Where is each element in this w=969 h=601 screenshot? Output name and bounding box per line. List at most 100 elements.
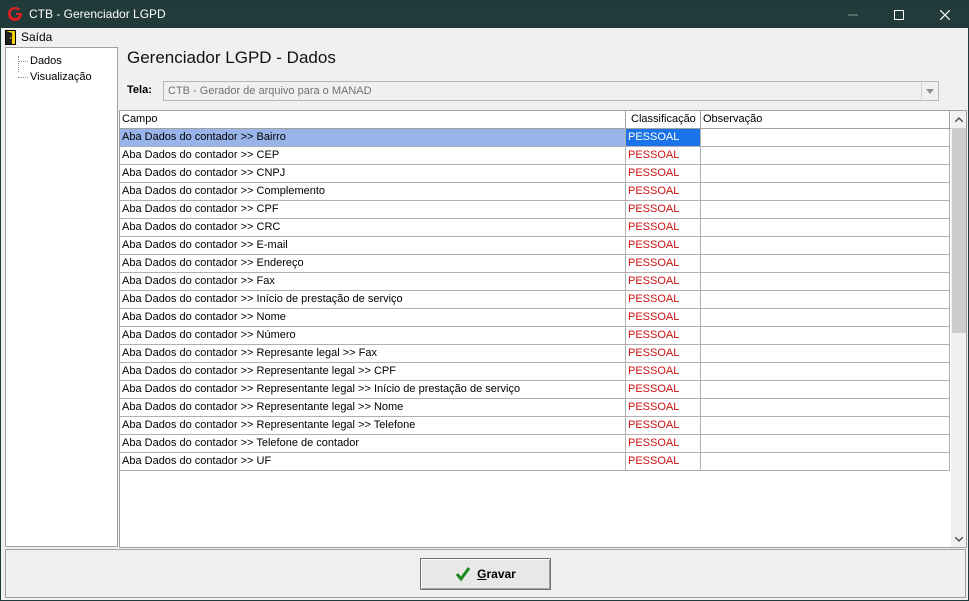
cell-campo[interactable]: Aba Dados do contador >> E-mail (120, 237, 626, 254)
cell-campo[interactable]: Aba Dados do contador >> CPF (120, 201, 626, 218)
table-row[interactable]: Aba Dados do contador >> Representante l… (120, 363, 950, 381)
cell-classificacao[interactable]: PESSOAL (626, 273, 701, 290)
tela-select[interactable]: CTB - Gerador de arquivo para o MANAD (163, 81, 939, 101)
cell-campo[interactable]: Aba Dados do contador >> Início de prest… (120, 291, 626, 308)
table-row[interactable]: Aba Dados do contador >> Fax PESSOAL (120, 273, 950, 291)
cell-campo[interactable]: Aba Dados do contador >> Representante l… (120, 417, 626, 434)
cell-classificacao[interactable]: PESSOAL (626, 363, 701, 380)
cell-classificacao[interactable]: PESSOAL (626, 255, 701, 272)
cell-observacao[interactable] (701, 291, 950, 308)
cell-observacao[interactable] (701, 327, 950, 344)
cell-classificacao[interactable]: PESSOAL (626, 345, 701, 362)
dropdown-button[interactable] (921, 83, 937, 99)
tree-item-dados[interactable]: Dados (6, 53, 62, 69)
scroll-down-button[interactable] (951, 531, 966, 547)
cell-observacao[interactable] (701, 435, 950, 452)
tree-item-visualizacao[interactable]: Visualização (6, 69, 92, 85)
cell-observacao[interactable] (701, 309, 950, 326)
navigation-tree: Dados Visualização (5, 47, 118, 547)
cell-observacao[interactable] (701, 453, 950, 470)
table-row[interactable]: Aba Dados do contador >> Complemento PESS… (120, 183, 950, 201)
cell-classificacao[interactable]: PESSOAL (626, 201, 701, 218)
cell-observacao[interactable] (701, 381, 950, 398)
cell-observacao[interactable] (701, 273, 950, 290)
table-row[interactable]: Aba Dados do contador >> CEP PESSOAL (120, 147, 950, 165)
cell-classificacao[interactable]: PESSOAL (626, 381, 701, 398)
cell-observacao[interactable] (701, 201, 950, 218)
cell-observacao[interactable] (701, 255, 950, 272)
save-button[interactable]: Gravar (420, 558, 551, 590)
table-row[interactable]: Aba Dados do contador >> Representante l… (120, 399, 950, 417)
column-header-classificacao[interactable]: Classificação (626, 111, 701, 128)
cell-classificacao[interactable]: PESSOAL (626, 219, 701, 236)
tela-label: Tela: (127, 84, 152, 96)
menu-exit[interactable]: Saída (5, 29, 52, 45)
cell-campo[interactable]: Aba Dados do contador >> CRC (120, 219, 626, 236)
maximize-button[interactable] (876, 1, 922, 28)
table-row[interactable]: Aba Dados do contador >> CNPJ PESSOAL (120, 165, 950, 183)
cell-observacao[interactable] (701, 363, 950, 380)
cell-campo[interactable]: Aba Dados do contador >> UF (120, 453, 626, 470)
cell-classificacao[interactable]: PESSOAL (626, 327, 701, 344)
cell-campo[interactable]: Aba Dados do contador >> Endereço (120, 255, 626, 272)
table-row[interactable]: Aba Dados do contador >> Nome PESSOAL (120, 309, 950, 327)
cell-observacao[interactable] (701, 129, 950, 146)
cell-classificacao[interactable]: PESSOAL (626, 417, 701, 434)
column-header-campo[interactable]: Campo (120, 111, 626, 128)
cell-campo[interactable]: Aba Dados do contador >> Nome (120, 309, 626, 326)
table-row[interactable]: Aba Dados do contador >> CRC PESSOAL (120, 219, 950, 237)
exit-door-icon (5, 29, 16, 45)
cell-campo[interactable]: Aba Dados do contador >> Complemento (120, 183, 626, 200)
vertical-scrollbar[interactable] (951, 111, 966, 547)
tela-select-value: CTB - Gerador de arquivo para o MANAD (168, 85, 372, 97)
cell-campo[interactable]: Aba Dados do contador >> Bairro (120, 129, 626, 146)
cell-campo[interactable]: Aba Dados do contador >> CEP (120, 147, 626, 164)
table-row[interactable]: Aba Dados do contador >> Endereço PESSOAL (120, 255, 950, 273)
cell-classificacao[interactable]: PESSOAL (626, 291, 701, 308)
close-icon (940, 9, 950, 20)
table-row[interactable]: Aba Dados do contador >> Representante l… (120, 417, 950, 435)
cell-observacao[interactable] (701, 219, 950, 236)
cell-observacao[interactable] (701, 147, 950, 164)
cell-classificacao[interactable]: PESSOAL (626, 309, 701, 326)
table-row[interactable]: Aba Dados do contador >> E-mail PESSOAL (120, 237, 950, 255)
column-header-observacao[interactable]: Observação (701, 111, 950, 128)
cell-observacao[interactable] (701, 237, 950, 254)
close-button[interactable] (922, 1, 968, 28)
cell-classificacao[interactable]: PESSOAL (626, 453, 701, 470)
scroll-up-button[interactable] (951, 111, 966, 127)
cell-classificacao[interactable]: PESSOAL (626, 435, 701, 452)
cell-observacao[interactable] (701, 417, 950, 434)
cell-classificacao[interactable]: PESSOAL (626, 183, 701, 200)
minimize-button[interactable] (830, 1, 876, 28)
cell-campo[interactable]: Aba Dados do contador >> Fax (120, 273, 626, 290)
cell-campo[interactable]: Aba Dados do contador >> Representante l… (120, 399, 626, 416)
table-row[interactable]: Aba Dados do contador >> Número PESSOAL (120, 327, 950, 345)
cell-observacao[interactable] (701, 165, 950, 182)
table-row[interactable]: Aba Dados do contador >> Início de prest… (120, 291, 950, 309)
cell-observacao[interactable] (701, 399, 950, 416)
table-row[interactable]: Aba Dados do contador >> Telefone de con… (120, 435, 950, 453)
cell-campo[interactable]: Aba Dados do contador >> Represante lega… (120, 345, 626, 362)
cell-campo[interactable]: Aba Dados do contador >> Telefone de con… (120, 435, 626, 452)
cell-observacao[interactable] (701, 183, 950, 200)
cell-campo[interactable]: Aba Dados do contador >> CNPJ (120, 165, 626, 182)
table-row[interactable]: Aba Dados do contador >> CPF PESSOAL (120, 201, 950, 219)
menu-bar: Saída (1, 28, 968, 46)
cell-campo[interactable]: Aba Dados do contador >> Representante l… (120, 381, 626, 398)
cell-classificacao[interactable]: PESSOAL (626, 165, 701, 182)
cell-classificacao[interactable]: PESSOAL (626, 237, 701, 254)
table-row[interactable]: Aba Dados do contador >> Representante l… (120, 381, 950, 399)
title-bar[interactable]: CTB - Gerenciador LGPD (1, 1, 968, 28)
cell-campo[interactable]: Aba Dados do contador >> Representante l… (120, 363, 626, 380)
cell-campo[interactable]: Aba Dados do contador >> Número (120, 327, 626, 344)
cell-classificacao[interactable]: PESSOAL (626, 129, 701, 146)
table-row[interactable]: Aba Dados do contador >> UF PESSOAL (120, 453, 950, 471)
cell-classificacao[interactable]: PESSOAL (626, 399, 701, 416)
scroll-thumb[interactable] (952, 128, 966, 333)
cell-observacao[interactable] (701, 345, 950, 362)
table-row[interactable]: Aba Dados do contador >> Bairro PESSOAL (120, 129, 950, 147)
table-row[interactable]: Aba Dados do contador >> Represante lega… (120, 345, 950, 363)
chevron-down-icon (925, 88, 934, 94)
cell-classificacao[interactable]: PESSOAL (626, 147, 701, 164)
